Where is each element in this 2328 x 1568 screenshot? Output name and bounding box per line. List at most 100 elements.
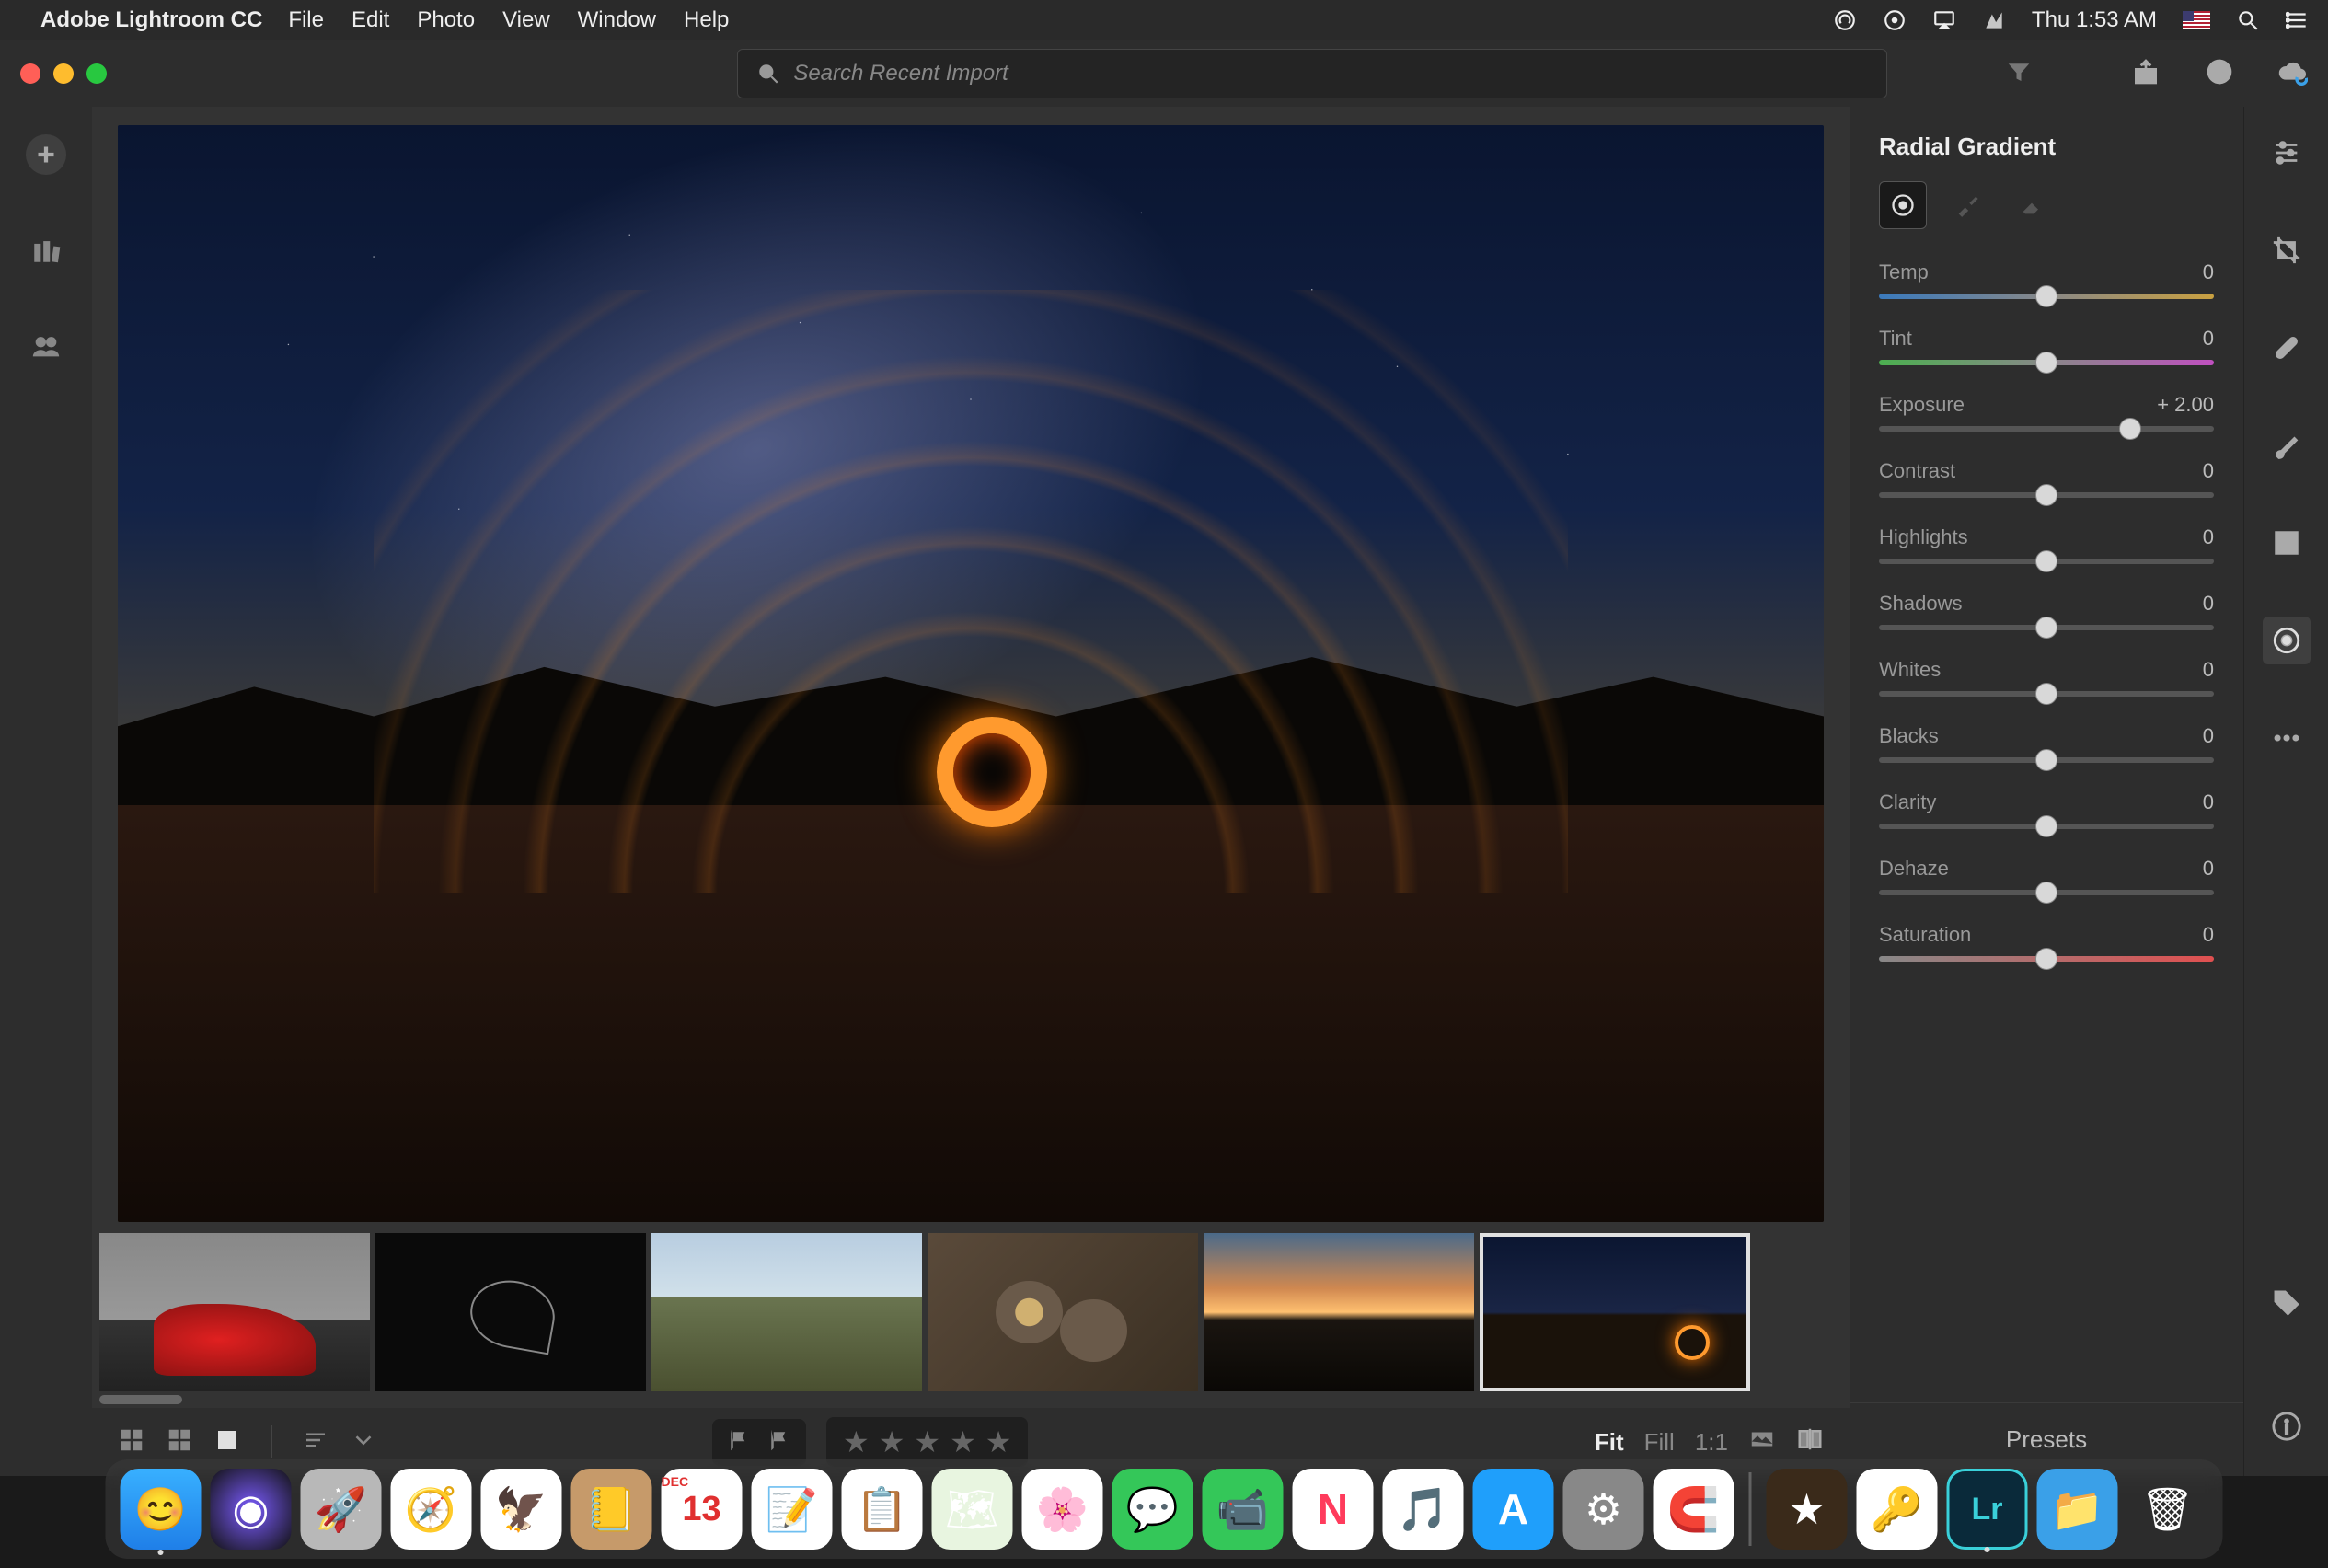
dock-contacts-icon[interactable]: 📒 bbox=[571, 1469, 652, 1550]
menu-edit[interactable]: Edit bbox=[352, 7, 389, 33]
dock-downloads-icon[interactable]: 📁 bbox=[2037, 1469, 2118, 1550]
add-photos-button[interactable] bbox=[26, 134, 66, 175]
sort-icon[interactable] bbox=[302, 1426, 329, 1458]
photo-grid-icon[interactable] bbox=[118, 1426, 145, 1458]
dock-photos-icon[interactable]: 🌸 bbox=[1022, 1469, 1103, 1550]
star-icon[interactable]: ★ bbox=[843, 1424, 870, 1459]
dock-reminders-icon[interactable]: 📋 bbox=[842, 1469, 923, 1550]
slider-highlights[interactable]: Highlights0 bbox=[1879, 525, 2214, 564]
radial-mask-icon[interactable] bbox=[1879, 181, 1927, 229]
creative-cloud-icon[interactable] bbox=[1833, 8, 1857, 32]
detail-view-icon[interactable] bbox=[213, 1426, 241, 1458]
more-icon[interactable] bbox=[2263, 714, 2311, 762]
dock-safari-icon[interactable]: 🧭 bbox=[391, 1469, 472, 1550]
input-source-flag[interactable] bbox=[2183, 11, 2210, 29]
thumbnail[interactable] bbox=[1204, 1233, 1474, 1391]
menu-help[interactable]: Help bbox=[684, 7, 729, 33]
titlebar: Search Recent Import bbox=[0, 40, 2328, 107]
slider-saturation[interactable]: Saturation0 bbox=[1879, 923, 2214, 962]
spotlight-icon[interactable] bbox=[2236, 8, 2260, 32]
thumbnail[interactable] bbox=[928, 1233, 1198, 1391]
dock-itunes-icon[interactable]: 🎵 bbox=[1383, 1469, 1464, 1550]
dock-launchpad-icon[interactable]: 🚀 bbox=[301, 1469, 382, 1550]
star-icon[interactable]: ★ bbox=[879, 1424, 905, 1459]
dock-notes-icon[interactable]: 📝 bbox=[752, 1469, 833, 1550]
dock-imovie-icon[interactable]: ★ bbox=[1767, 1469, 1848, 1550]
brush-add-icon[interactable] bbox=[1943, 181, 1991, 229]
thumbnail-selected[interactable] bbox=[1480, 1233, 1750, 1391]
app-name[interactable]: Adobe Lightroom CC bbox=[40, 7, 262, 33]
slider-contrast[interactable]: Contrast0 bbox=[1879, 459, 2214, 498]
close-button[interactable] bbox=[20, 63, 40, 84]
slider-value: 0 bbox=[2203, 592, 2214, 616]
compare-icon[interactable] bbox=[1796, 1425, 1824, 1459]
thumbnail[interactable] bbox=[99, 1233, 370, 1391]
cloud-sync-icon[interactable] bbox=[2278, 57, 2308, 91]
dock-calendar-icon[interactable]: DEC13 bbox=[662, 1469, 743, 1550]
linear-gradient-icon[interactable] bbox=[2263, 519, 2311, 567]
menubar-clock[interactable]: Thu 1:53 AM bbox=[2032, 7, 2157, 33]
menu-view[interactable]: View bbox=[502, 7, 550, 33]
slider-exposure[interactable]: Exposure+ 2.00 bbox=[1879, 393, 2214, 432]
zoom-1to1[interactable]: 1:1 bbox=[1695, 1428, 1728, 1457]
dock-maps-icon[interactable]: 🗺 bbox=[932, 1469, 1013, 1550]
slider-shadows[interactable]: Shadows0 bbox=[1879, 592, 2214, 630]
slider-tint[interactable]: Tint0 bbox=[1879, 327, 2214, 365]
airplay-icon[interactable] bbox=[1932, 8, 1956, 32]
slider-blacks[interactable]: Blacks0 bbox=[1879, 724, 2214, 763]
edit-sliders-icon[interactable] bbox=[2263, 129, 2311, 177]
dock-trash-icon[interactable]: 🗑 bbox=[2127, 1469, 2208, 1550]
slider-label: Exposure bbox=[1879, 393, 1965, 417]
star-icon[interactable]: ★ bbox=[950, 1424, 976, 1459]
brush-erase-icon[interactable] bbox=[2008, 181, 2056, 229]
status-icon[interactable] bbox=[1982, 8, 2006, 32]
help-icon[interactable] bbox=[2205, 57, 2234, 91]
share-icon[interactable] bbox=[2131, 57, 2161, 91]
thumbnail[interactable] bbox=[651, 1233, 922, 1391]
photo-canvas[interactable] bbox=[118, 125, 1824, 1222]
zoom-fit[interactable]: Fit bbox=[1595, 1428, 1624, 1457]
notification-center-icon[interactable] bbox=[2286, 8, 2310, 32]
show-original-icon[interactable] bbox=[1748, 1425, 1776, 1459]
slider-temp[interactable]: Temp0 bbox=[1879, 260, 2214, 299]
filter-icon[interactable] bbox=[2005, 58, 2033, 90]
dock-1password-icon[interactable]: 🔑 bbox=[1857, 1469, 1938, 1550]
sharing-icon[interactable] bbox=[26, 326, 66, 366]
dock-lightroom-icon[interactable]: Lr bbox=[1947, 1469, 2028, 1550]
slider-dehaze[interactable]: Dehaze0 bbox=[1879, 857, 2214, 895]
menu-photo[interactable]: Photo bbox=[417, 7, 475, 33]
menu-file[interactable]: File bbox=[288, 7, 324, 33]
zoom-fill[interactable]: Fill bbox=[1644, 1428, 1675, 1457]
status-circle-icon[interactable] bbox=[1883, 8, 1907, 32]
radial-gradient-icon[interactable] bbox=[2263, 617, 2311, 664]
dock-finder-icon[interactable]: 😊 bbox=[121, 1469, 202, 1550]
minimize-button[interactable] bbox=[53, 63, 74, 84]
dock-news-icon[interactable]: N bbox=[1293, 1469, 1374, 1550]
star-icon[interactable]: ★ bbox=[985, 1424, 1012, 1459]
sort-dropdown-icon[interactable] bbox=[350, 1426, 377, 1458]
slider-clarity[interactable]: Clarity0 bbox=[1879, 790, 2214, 829]
search-input[interactable]: Search Recent Import bbox=[737, 49, 1887, 98]
dock-messages-icon[interactable]: 💬 bbox=[1112, 1469, 1193, 1550]
star-icon[interactable]: ★ bbox=[914, 1424, 940, 1459]
square-grid-icon[interactable] bbox=[166, 1426, 193, 1458]
brush-icon[interactable] bbox=[2263, 421, 2311, 469]
zoom-button[interactable] bbox=[86, 63, 107, 84]
healing-icon[interactable] bbox=[2263, 324, 2311, 372]
my-photos-icon[interactable] bbox=[26, 230, 66, 271]
thumbnail[interactable] bbox=[375, 1233, 646, 1391]
dock-appstore-icon[interactable]: A bbox=[1473, 1469, 1554, 1550]
info-icon[interactable] bbox=[2263, 1402, 2311, 1450]
dock-facetime-icon[interactable]: 📹 bbox=[1203, 1469, 1284, 1550]
flag-reject-icon[interactable] bbox=[766, 1426, 793, 1458]
slider-whites[interactable]: Whites0 bbox=[1879, 658, 2214, 697]
dock-magnet-icon[interactable]: 🧲 bbox=[1654, 1469, 1734, 1550]
menu-window[interactable]: Window bbox=[578, 7, 656, 33]
flag-pick-icon[interactable] bbox=[725, 1426, 753, 1458]
filmstrip-scrollbar[interactable] bbox=[92, 1395, 1850, 1408]
dock-siri-icon[interactable]: ◉ bbox=[211, 1469, 292, 1550]
tag-icon[interactable] bbox=[2263, 1279, 2311, 1327]
dock-settings-icon[interactable]: ⚙ bbox=[1563, 1469, 1644, 1550]
dock-mail-icon[interactable]: 🦅 bbox=[481, 1469, 562, 1550]
crop-icon[interactable] bbox=[2263, 226, 2311, 274]
